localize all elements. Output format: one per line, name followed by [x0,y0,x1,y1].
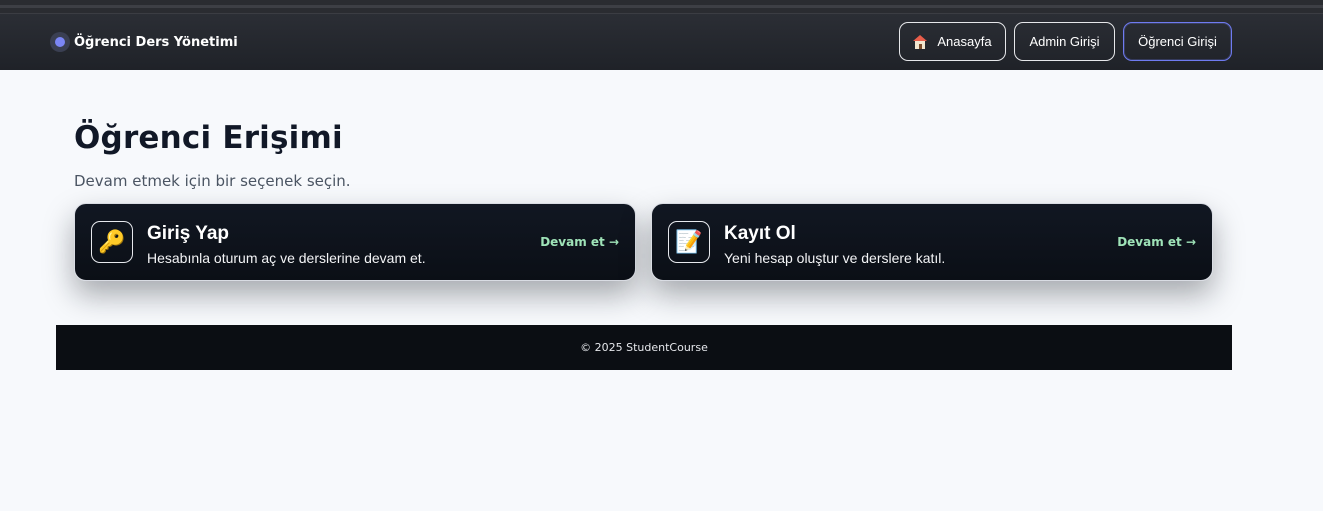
memo-icon: 📝 [668,221,710,263]
home-icon [913,34,928,49]
nav-admin-login-label: Admin Girişi [1029,34,1100,49]
nav-student-login-label: Öğrenci Girişi [1138,34,1217,49]
page-title: Öğrenci Erişimi [74,120,343,156]
login-card[interactable]: 🔑 Giriş Yap Hesabınla oturum aç ve dersl… [74,203,636,281]
brand[interactable]: Öğrenci Ders Yönetimi [50,30,238,54]
login-card-description: Hesabınla oturum aç ve derslerine devam … [147,250,426,266]
login-card-continue-link[interactable]: Devam et → [540,235,619,249]
nav-home-button[interactable]: Anasayfa [899,22,1006,61]
browser-top-strip [0,0,1323,14]
navbar: Öğrenci Ders Yönetimi Anasayfa Admin Gir… [0,14,1323,70]
register-card-description: Yeni hesap oluştur ve derslere katıl. [724,250,946,266]
footer-copyright: © 2025 StudentCourse [580,341,708,354]
page-subtitle: Devam etmek için bir seçenek seçin. [74,172,351,190]
brand-logo-icon [50,32,70,52]
footer: © 2025 StudentCourse [56,325,1232,370]
nav-admin-login-button[interactable]: Admin Girişi [1014,22,1115,61]
register-card-title: Kayıt Ol [724,223,796,244]
main-content: Öğrenci Erişimi [74,120,343,156]
nav-home-label: Anasayfa [937,34,992,49]
nav-student-login-button[interactable]: Öğrenci Girişi [1123,22,1232,61]
key-icon: 🔑 [91,221,133,263]
register-card[interactable]: 📝 Kayıt Ol Yeni hesap oluştur ve dersler… [651,203,1213,281]
register-card-continue-link[interactable]: Devam et → [1117,235,1196,249]
login-card-title: Giriş Yap [147,223,230,244]
brand-name: Öğrenci Ders Yönetimi [74,34,238,50]
